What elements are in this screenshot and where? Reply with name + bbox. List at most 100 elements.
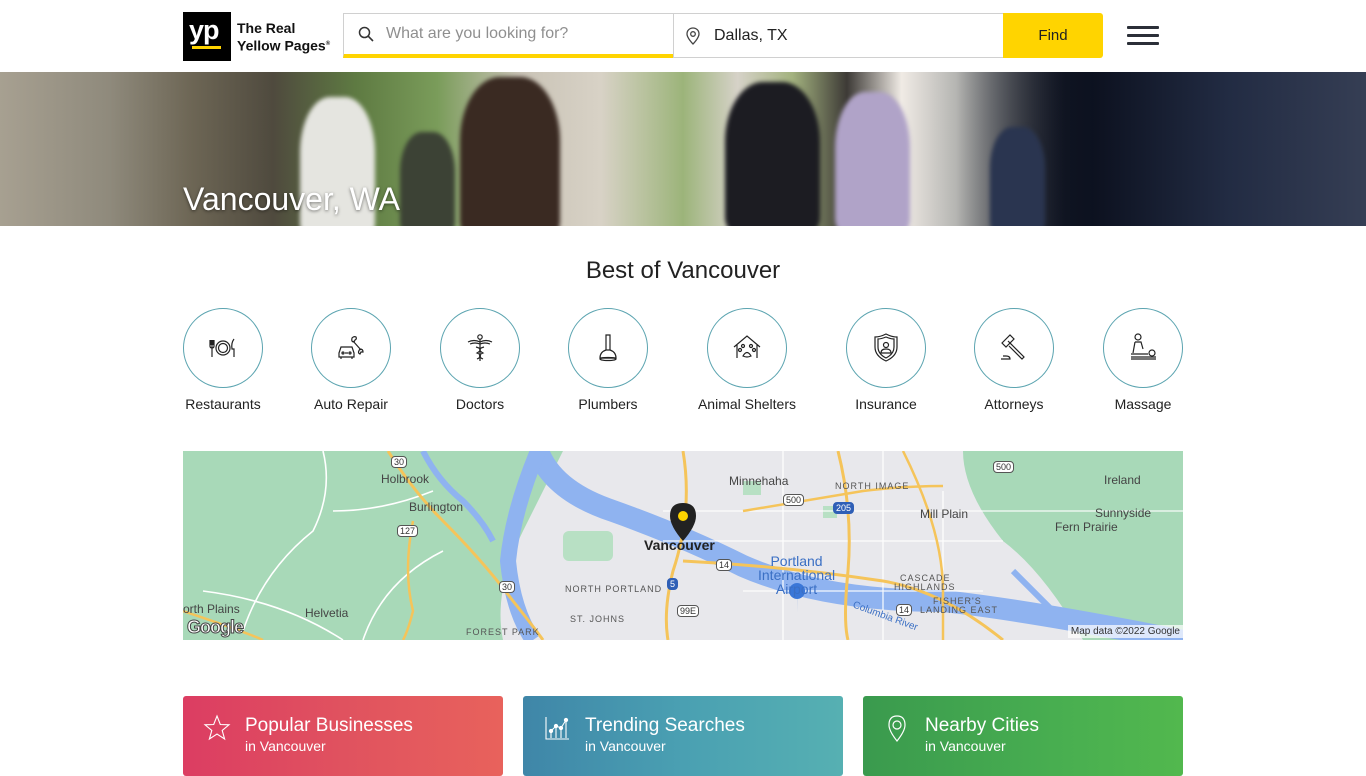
category-restaurants[interactable]: Restaurants (163, 308, 283, 412)
route-shield: 14 (716, 559, 733, 571)
menu-line (1127, 26, 1159, 29)
trending-searches-card[interactable]: Trending Searches in Vancouver (523, 696, 843, 776)
category-circle (1103, 308, 1183, 388)
map-attribution[interactable]: Map data ©2022 Google (1067, 625, 1183, 638)
gavel-icon (1001, 334, 1025, 360)
map-label-place: Fern Prairie (1055, 520, 1118, 534)
map-label-district: ST. JOHNS (570, 614, 626, 624)
logo-underline (192, 46, 221, 49)
map-label-place: Minnehaha (729, 474, 789, 488)
map-label-place: Mill Plain (920, 507, 969, 521)
category-label: Doctors (455, 396, 505, 412)
category-circle (440, 308, 520, 388)
category-insurance[interactable]: Insurance (826, 308, 946, 412)
category-circle (568, 308, 648, 388)
category-animal-shelters[interactable]: Animal Shelters (687, 308, 807, 412)
route-shield: 500 (993, 461, 1015, 473)
map-label-place: orth Plains (183, 602, 240, 616)
plunger-icon (599, 334, 617, 362)
find-button[interactable]: Find (1003, 13, 1103, 58)
route-shield: 30 (499, 581, 516, 593)
airport-line: Airport (775, 581, 818, 597)
airport-line: Portland (770, 553, 823, 569)
map-label-center-city: Vancouver (644, 537, 715, 553)
category-circle (311, 308, 391, 388)
map-label-place: Sunnyside (1095, 506, 1152, 520)
card-title: Popular Businesses (245, 715, 413, 736)
map-label-district: FOREST PARK (466, 627, 540, 637)
search-box (343, 13, 674, 58)
category-attorneys[interactable]: Attorneys (954, 308, 1074, 412)
map-label-district: HIGHLANDS (894, 582, 956, 592)
hero-photo-figure (460, 77, 560, 226)
card-subtitle: in Vancouver (925, 738, 1006, 754)
category-plumbers[interactable]: Plumbers (548, 308, 668, 412)
hero-photo-figure (835, 92, 910, 226)
google-logo[interactable]: Google (187, 617, 245, 638)
car-wrench-icon (338, 336, 364, 359)
house-paw-icon (733, 335, 761, 358)
best-of-heading: Best of Vancouver (585, 257, 781, 284)
hamburger-menu-icon[interactable] (1127, 26, 1159, 46)
card-title: Nearby Cities (925, 715, 1040, 736)
category-circle (183, 308, 263, 388)
map-park (563, 531, 613, 561)
airport-line: International (758, 567, 836, 583)
map-label-place: Holbrook (381, 472, 430, 486)
route-shield: 30 (391, 456, 408, 468)
location-pin-icon (888, 715, 906, 742)
category-circle (974, 308, 1054, 388)
search-icon (358, 26, 374, 42)
nearby-cities-card[interactable]: Nearby Cities in Vancouver (863, 696, 1183, 776)
map-label-district: LANDING EAST (920, 605, 999, 615)
route-shield: 14 (896, 604, 913, 616)
category-label: Attorneys (984, 396, 1044, 412)
search-input[interactable] (386, 25, 666, 43)
map-label-place: Helvetia (305, 606, 349, 620)
utensils-plate-icon (209, 338, 235, 357)
logo-line-2: Yellow Pages (237, 37, 326, 54)
location-input[interactable] (714, 26, 994, 45)
card-subtitle: in Vancouver (245, 738, 326, 754)
map-label-place: Ireland (1104, 473, 1141, 487)
map-label-place: Burlington (409, 500, 464, 514)
city-map[interactable]: 30 Holbrook Burlington 127 30 orth Plain… (183, 451, 1183, 640)
route-shield: 127 (397, 525, 419, 537)
hero-photo-figure (990, 127, 1045, 226)
logo-trademark: ® (325, 40, 331, 47)
map-highway (836, 451, 851, 640)
category-label: Plumbers (578, 396, 638, 412)
logo-mark-text: yp (189, 15, 219, 45)
massage-icon (1131, 333, 1156, 360)
category-auto-repair[interactable]: Auto Repair (291, 308, 411, 412)
card-subtitle: in Vancouver (585, 738, 666, 754)
pin-center (678, 511, 688, 521)
menu-line (1127, 42, 1159, 45)
yp-logo-mark: yp (183, 12, 231, 61)
category-label: Animal Shelters (697, 396, 797, 412)
map-label-airport: Portland International Airport (758, 554, 835, 596)
logo-wordmark: The Real Yellow Pages® (237, 20, 330, 54)
card-title: Trending Searches (585, 715, 745, 736)
menu-line (1127, 34, 1159, 37)
map-label-district: NORTH IMAGE (835, 481, 910, 491)
category-circle (707, 308, 787, 388)
category-label: Restaurants (185, 396, 261, 412)
location-box (673, 13, 1004, 58)
logo-line-1: The Real (237, 19, 296, 36)
category-label: Auto Repair (314, 396, 388, 412)
shield-person-icon (874, 333, 898, 362)
route-shield: 500 (783, 494, 805, 506)
hero-photo-figure (400, 132, 455, 226)
category-doctors[interactable]: Doctors (420, 308, 540, 412)
yp-logo[interactable]: yp The Real Yellow Pages® (183, 12, 330, 61)
trend-chart-icon (545, 717, 569, 740)
interstate-shield: 205 (833, 502, 855, 514)
interstate-shield: 5 (667, 578, 679, 590)
route-shield: 99E (677, 605, 700, 617)
popular-businesses-card[interactable]: Popular Businesses in Vancouver (183, 696, 503, 776)
hero-banner: Vancouver, WA (0, 72, 1366, 226)
category-massage[interactable]: Massage (1083, 308, 1203, 412)
hero-photo-figure (725, 82, 820, 226)
map-label-district: NORTH PORTLAND (565, 584, 663, 594)
